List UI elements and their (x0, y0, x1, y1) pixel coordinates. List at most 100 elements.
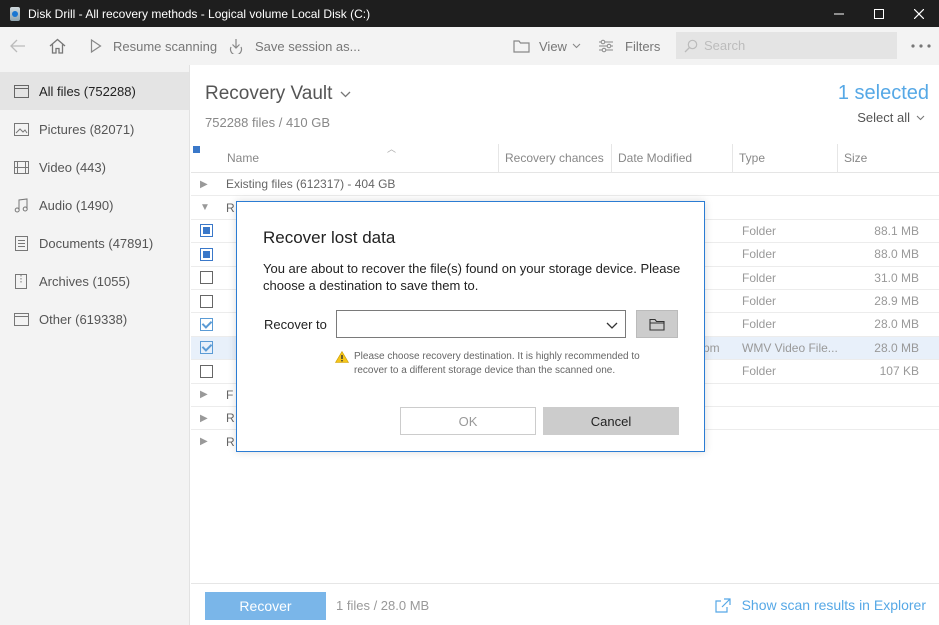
sidebar-item-video[interactable]: Video (443) (0, 148, 189, 186)
sidebar: All files (752288) Pictures (82071) Vide… (0, 65, 190, 625)
header-checkbox-cell (191, 144, 221, 173)
row-type: Folder (742, 293, 777, 308)
filters-label: Filters (625, 38, 661, 54)
more-options-button[interactable] (911, 27, 931, 65)
resume-scanning-button[interactable]: Resume scanning (90, 27, 217, 65)
group-label: R (226, 411, 235, 426)
expand-arrow-icon[interactable]: ▶ (200, 389, 214, 400)
sidebar-item-pictures[interactable]: Pictures (82071) (0, 110, 189, 148)
folder-icon (649, 318, 665, 331)
window-title: Disk Drill - All recovery methods - Logi… (28, 6, 371, 21)
picture-icon (13, 121, 29, 137)
group-label: R (226, 200, 235, 215)
browse-folder-button[interactable] (636, 310, 678, 338)
expand-arrow-icon[interactable]: ▶ (200, 413, 214, 424)
warning-icon (335, 351, 349, 378)
column-label: Recovery chances (505, 151, 604, 165)
select-all-button[interactable]: Select all (857, 110, 925, 125)
row-size: 88.1 MB (874, 223, 919, 238)
sort-up-icon: ︿ (387, 143, 397, 154)
warning-text: Please choose recovery destination. It i… (354, 351, 640, 376)
archive-icon (13, 273, 29, 289)
resume-scanning-label: Resume scanning (113, 38, 218, 54)
group-row-existing[interactable]: ▶ Existing files (612317) - 404 GB (191, 173, 939, 197)
sidebar-item-documents[interactable]: Documents (47891) (0, 224, 189, 262)
group-label: Existing files (612317) - 404 GB (226, 177, 396, 192)
column-label: Size (844, 151, 868, 165)
maximize-icon[interactable] (859, 0, 899, 27)
recovery-vault-dropdown[interactable]: Recovery Vault (205, 83, 351, 105)
row-type: Folder (742, 364, 777, 379)
back-button[interactable] (10, 27, 26, 65)
filters-button[interactable]: Filters (598, 27, 660, 65)
row-checkbox[interactable] (200, 247, 213, 261)
row-size: 107 KB (879, 364, 919, 379)
column-name[interactable]: Name ︿ (221, 143, 499, 173)
row-size: 28.0 MB (874, 317, 919, 332)
row-checkbox[interactable] (200, 318, 213, 332)
row-checkbox[interactable] (200, 271, 213, 285)
row-type: Folder (742, 247, 777, 262)
music-icon (13, 197, 29, 213)
expand-arrow-icon[interactable]: ▶ (200, 179, 214, 190)
show-in-explorer-link[interactable]: Show scan results in Explorer (714, 597, 926, 613)
more-dots-icon (911, 44, 931, 48)
column-date-modified[interactable]: Date Modified (612, 143, 733, 173)
search-icon (684, 39, 698, 53)
search-input[interactable] (704, 38, 894, 53)
dialog-message: You are about to recover the file(s) fou… (263, 261, 681, 293)
select-all-label: Select all (857, 110, 910, 125)
column-size[interactable]: Size (838, 144, 939, 173)
home-button[interactable] (49, 27, 66, 65)
recover-button[interactable]: Recover (205, 592, 326, 620)
column-recovery-chances[interactable]: Recovery chances (499, 143, 612, 173)
cancel-button[interactable]: Cancel (543, 407, 679, 435)
search-box (676, 32, 897, 59)
save-download-icon (228, 38, 244, 54)
row-type: Folder (742, 223, 777, 238)
row-checkbox[interactable] (200, 224, 213, 238)
chevron-down-icon (916, 115, 925, 121)
save-session-button[interactable]: Save session as... (228, 27, 361, 65)
column-label: Date Modified (618, 151, 693, 165)
dialog-title: Recover lost data (263, 228, 396, 247)
page-title: Recovery Vault (205, 83, 333, 104)
row-checkbox[interactable] (200, 294, 213, 308)
sidebar-item-label: All files (752288) (39, 83, 136, 99)
chevron-down-icon (340, 91, 351, 98)
table-header: Name ︿ Recovery chances Date Modified Ty… (191, 143, 939, 173)
sidebar-item-audio[interactable]: Audio (1490) (0, 186, 189, 224)
sidebar-item-all-files[interactable]: All files (752288) (0, 72, 189, 110)
other-icon (13, 311, 29, 327)
group-label: R (226, 434, 235, 449)
view-menu-button[interactable]: View (513, 27, 581, 65)
row-checkbox[interactable] (200, 341, 213, 355)
toolbar: Resume scanning Save session as... View … (0, 27, 939, 65)
destination-select[interactable] (336, 310, 626, 338)
save-session-label: Save session as... (255, 38, 361, 54)
expand-arrow-icon[interactable]: ▶ (200, 436, 214, 447)
disk-drill-logo-icon (9, 6, 21, 21)
vault-summary: 752288 files / 410 GB (205, 115, 331, 130)
sidebar-item-archives[interactable]: Archives (1055) (0, 262, 189, 300)
window-controls (819, 0, 939, 27)
view-label: View (539, 38, 567, 54)
row-checkbox[interactable] (200, 364, 213, 378)
video-icon (13, 159, 29, 175)
minimize-icon[interactable] (819, 0, 859, 27)
row-size: 28.9 MB (874, 293, 919, 308)
sidebar-item-label: Other (619338) (39, 311, 128, 327)
sidebar-item-other[interactable]: Other (619338) (0, 300, 189, 338)
sidebar-item-label: Video (443) (39, 159, 106, 175)
sidebar-item-label: Audio (1490) (39, 197, 114, 213)
column-type[interactable]: Type (733, 143, 838, 173)
ok-button[interactable]: OK (400, 407, 536, 435)
column-label: Type (739, 151, 766, 165)
collapse-arrow-icon[interactable]: ▼ (200, 202, 214, 213)
close-icon[interactable] (899, 0, 939, 27)
selected-count: 1 selected (837, 82, 929, 104)
row-size: 31.0 MB (874, 270, 919, 285)
title-bar: Disk Drill - All recovery methods - Logi… (0, 0, 939, 27)
explorer-link-label: Show scan results in Explorer (741, 597, 926, 613)
sidebar-item-label: Archives (1055) (39, 273, 131, 289)
